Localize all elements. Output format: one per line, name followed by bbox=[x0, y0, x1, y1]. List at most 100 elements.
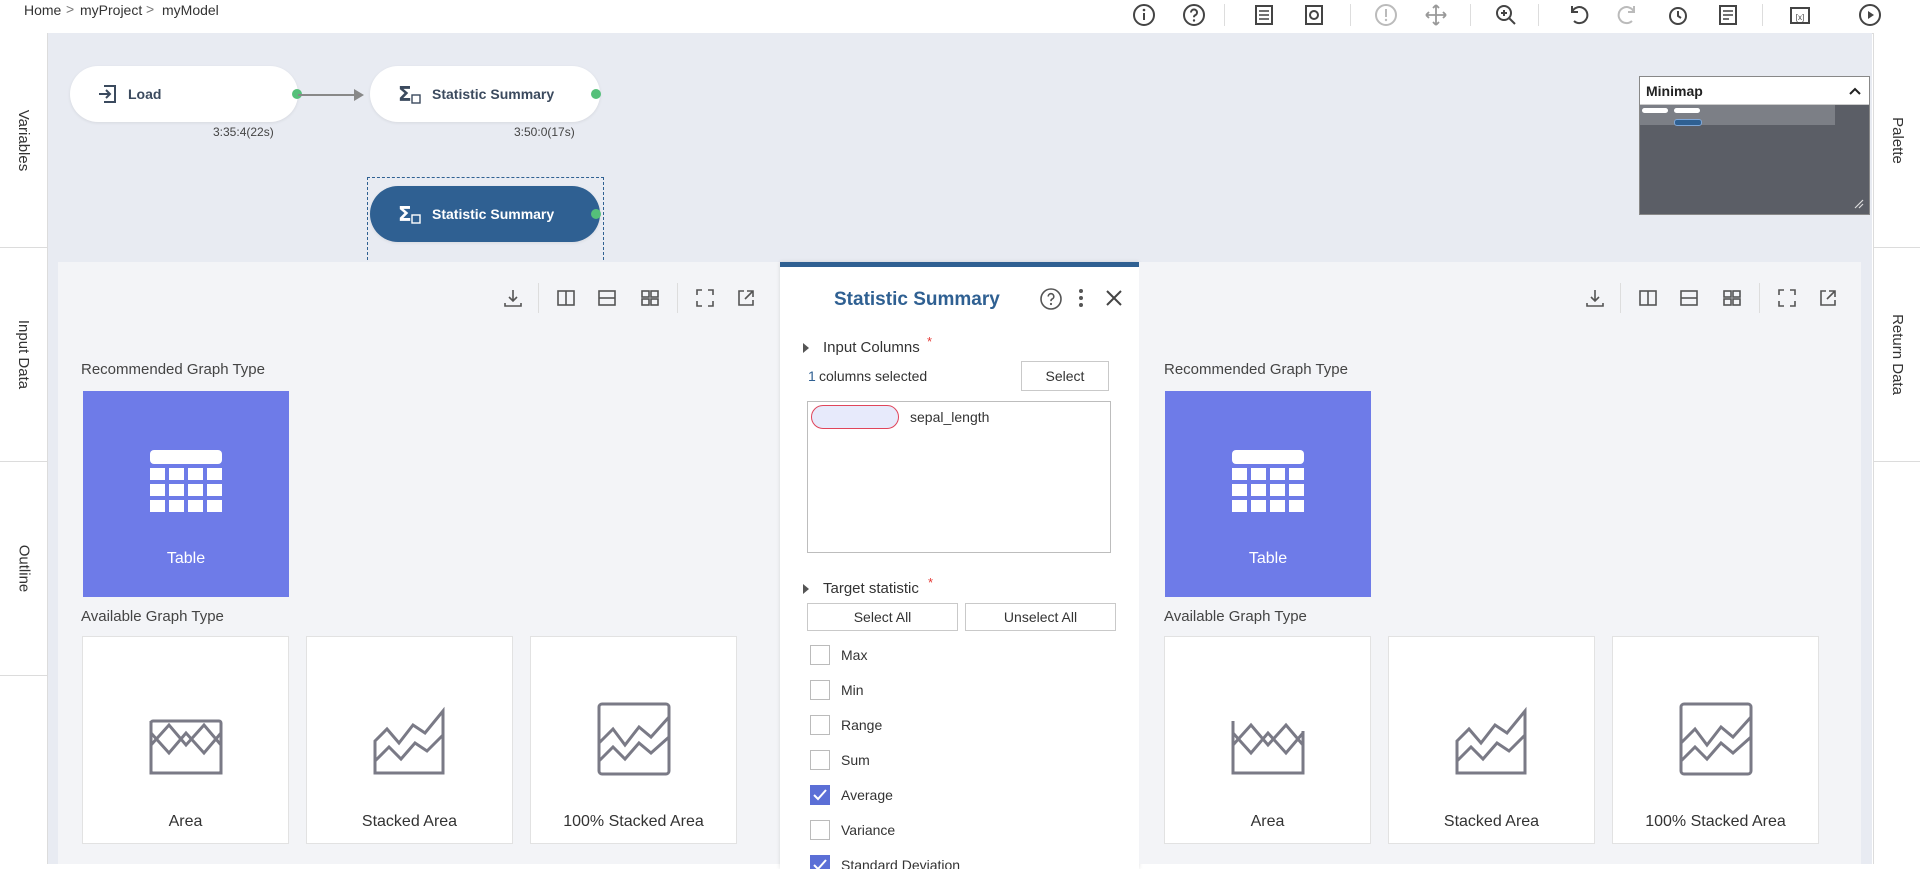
move-icon[interactable] bbox=[1422, 2, 1450, 28]
open-external-icon[interactable] bbox=[733, 285, 759, 311]
zoom-icon[interactable] bbox=[1492, 2, 1520, 28]
expand-icon[interactable] bbox=[1774, 285, 1800, 311]
checkbox-label: Variance bbox=[841, 822, 896, 838]
node-load[interactable]: Load bbox=[70, 66, 298, 122]
run-icon[interactable] bbox=[1856, 2, 1884, 28]
help-icon[interactable] bbox=[1180, 2, 1208, 28]
checkbox-label: Sum bbox=[841, 752, 870, 768]
tab-variables[interactable]: Variables bbox=[0, 33, 47, 248]
checkbox[interactable] bbox=[810, 785, 830, 805]
100-stacked-area-chart-tile[interactable]: 100% Stacked Area bbox=[530, 636, 737, 844]
checkbox[interactable] bbox=[810, 820, 830, 840]
100-stacked-area-chart-icon bbox=[1679, 702, 1752, 776]
statistic-summary-dialog: Statistic Summary Input Columns * 1 colu… bbox=[780, 262, 1139, 869]
node-statistic-summary-selected[interactable]: Σ Statistic Summary bbox=[370, 186, 600, 242]
stacked-area-chart-tile[interactable]: Stacked Area bbox=[306, 636, 513, 844]
minimap-node bbox=[1674, 108, 1700, 113]
left-side-rail: Variables Input Data Outline bbox=[0, 33, 48, 864]
checkbox[interactable] bbox=[810, 680, 830, 700]
split-horizontal-icon[interactable] bbox=[1676, 285, 1702, 311]
table-icon bbox=[150, 450, 222, 512]
output-port[interactable] bbox=[591, 209, 601, 219]
divider bbox=[1759, 283, 1760, 313]
statistic-option[interactable]: Range bbox=[810, 715, 1110, 737]
output-port[interactable] bbox=[591, 89, 601, 99]
node-statistic-summary[interactable]: Σ Statistic Summary bbox=[370, 66, 600, 122]
warning-icon[interactable] bbox=[1372, 2, 1400, 28]
tab-outline[interactable]: Outline bbox=[0, 462, 47, 676]
statistic-option[interactable]: Average bbox=[810, 785, 1110, 807]
sigma-icon: Σ bbox=[398, 83, 421, 105]
divider bbox=[538, 283, 539, 313]
info-icon[interactable] bbox=[1130, 2, 1158, 28]
checkbox-label: Max bbox=[841, 647, 868, 663]
minimap-viewport[interactable] bbox=[1640, 105, 1835, 125]
checklist-icon[interactable] bbox=[1714, 2, 1742, 28]
checkmark-icon bbox=[813, 859, 827, 869]
expand-icon[interactable] bbox=[692, 285, 718, 311]
tab-palette[interactable]: Palette bbox=[1874, 33, 1920, 248]
split-vertical-icon[interactable] bbox=[1635, 285, 1661, 311]
statistic-option[interactable]: Sum bbox=[810, 750, 1110, 772]
tile-label: Table bbox=[166, 550, 206, 567]
breadcrumb-separator: > bbox=[66, 1, 75, 17]
checkmark-icon bbox=[813, 789, 827, 801]
inspect-report-icon[interactable] bbox=[1300, 2, 1328, 28]
statistic-option[interactable]: Variance bbox=[810, 820, 1110, 842]
minimap-header: Minimap bbox=[1640, 77, 1869, 105]
download-icon[interactable] bbox=[500, 285, 526, 311]
connector-arrow bbox=[298, 89, 364, 101]
area-chart-tile[interactable]: Area bbox=[1164, 636, 1371, 844]
grid-layout-icon[interactable] bbox=[637, 285, 663, 311]
tab-return-data[interactable]: Return Data bbox=[1874, 248, 1920, 462]
100-stacked-area-chart-tile[interactable]: 100% Stacked Area bbox=[1612, 636, 1819, 844]
node-time: 3:35:4(22s) bbox=[213, 125, 274, 139]
statistic-option[interactable]: Max bbox=[810, 645, 1110, 667]
node-time: 3:50:0(17s) bbox=[514, 125, 575, 139]
right-side-rail: Palette Return Data bbox=[1873, 33, 1920, 864]
resize-handle-icon[interactable] bbox=[1854, 199, 1864, 209]
recommended-graph-title: Recommended Graph Type bbox=[1164, 361, 1348, 378]
history-icon[interactable] bbox=[1664, 2, 1692, 28]
statistic-option[interactable]: Min bbox=[810, 680, 1110, 702]
recommended-table-tile[interactable]: Table bbox=[1165, 391, 1371, 597]
breadcrumb-separator: > bbox=[146, 1, 155, 17]
split-vertical-icon[interactable] bbox=[553, 285, 579, 311]
svg-text:Σ: Σ bbox=[398, 83, 412, 105]
tab-input-data[interactable]: Input Data bbox=[0, 248, 47, 462]
breadcrumb-project[interactable]: myProject bbox=[80, 2, 142, 18]
minimap-node bbox=[1642, 108, 1668, 113]
chevron-up-icon[interactable] bbox=[1848, 85, 1862, 97]
tab-label: Variables bbox=[15, 109, 33, 171]
minimap-title: Minimap bbox=[1646, 83, 1703, 99]
checkbox[interactable] bbox=[810, 645, 830, 665]
divider bbox=[677, 283, 678, 313]
recommended-graph-title: Recommended Graph Type bbox=[81, 361, 265, 378]
tile-label: 100% Stacked Area bbox=[1645, 813, 1786, 830]
checkbox-label: Min bbox=[841, 682, 864, 698]
minimap[interactable]: Minimap bbox=[1639, 76, 1870, 215]
breadcrumb-model: myModel bbox=[162, 2, 219, 18]
statistic-options-list: Max Min Range Sum Average Variance Standard De… bbox=[780, 267, 1139, 869]
undo-icon[interactable] bbox=[1564, 2, 1592, 28]
statistic-option[interactable]: Standard Deviation bbox=[810, 855, 1110, 869]
area-chart-icon bbox=[149, 719, 222, 775]
download-icon[interactable] bbox=[1582, 285, 1608, 311]
breadcrumb-home[interactable]: Home bbox=[24, 2, 61, 18]
open-external-icon[interactable] bbox=[1815, 285, 1841, 311]
checkbox-label: Standard Deviation bbox=[841, 857, 961, 869]
redo-icon[interactable] bbox=[1614, 2, 1642, 28]
variable-icon[interactable]: [x] bbox=[1786, 2, 1814, 28]
stacked-area-chart-icon bbox=[1455, 706, 1526, 775]
checkbox[interactable] bbox=[810, 750, 830, 770]
grid-layout-icon[interactable] bbox=[1719, 285, 1745, 311]
area-chart-tile[interactable]: Area bbox=[82, 636, 289, 844]
stacked-area-chart-tile[interactable]: Stacked Area bbox=[1388, 636, 1595, 844]
checkbox[interactable] bbox=[810, 855, 830, 869]
recommended-table-tile[interactable]: Table bbox=[83, 391, 289, 597]
tab-label: Outline bbox=[15, 544, 32, 593]
checkbox[interactable] bbox=[810, 715, 830, 735]
available-graph-title: Available Graph Type bbox=[1164, 608, 1307, 625]
report-icon[interactable] bbox=[1250, 2, 1278, 28]
split-horizontal-icon[interactable] bbox=[594, 285, 620, 311]
